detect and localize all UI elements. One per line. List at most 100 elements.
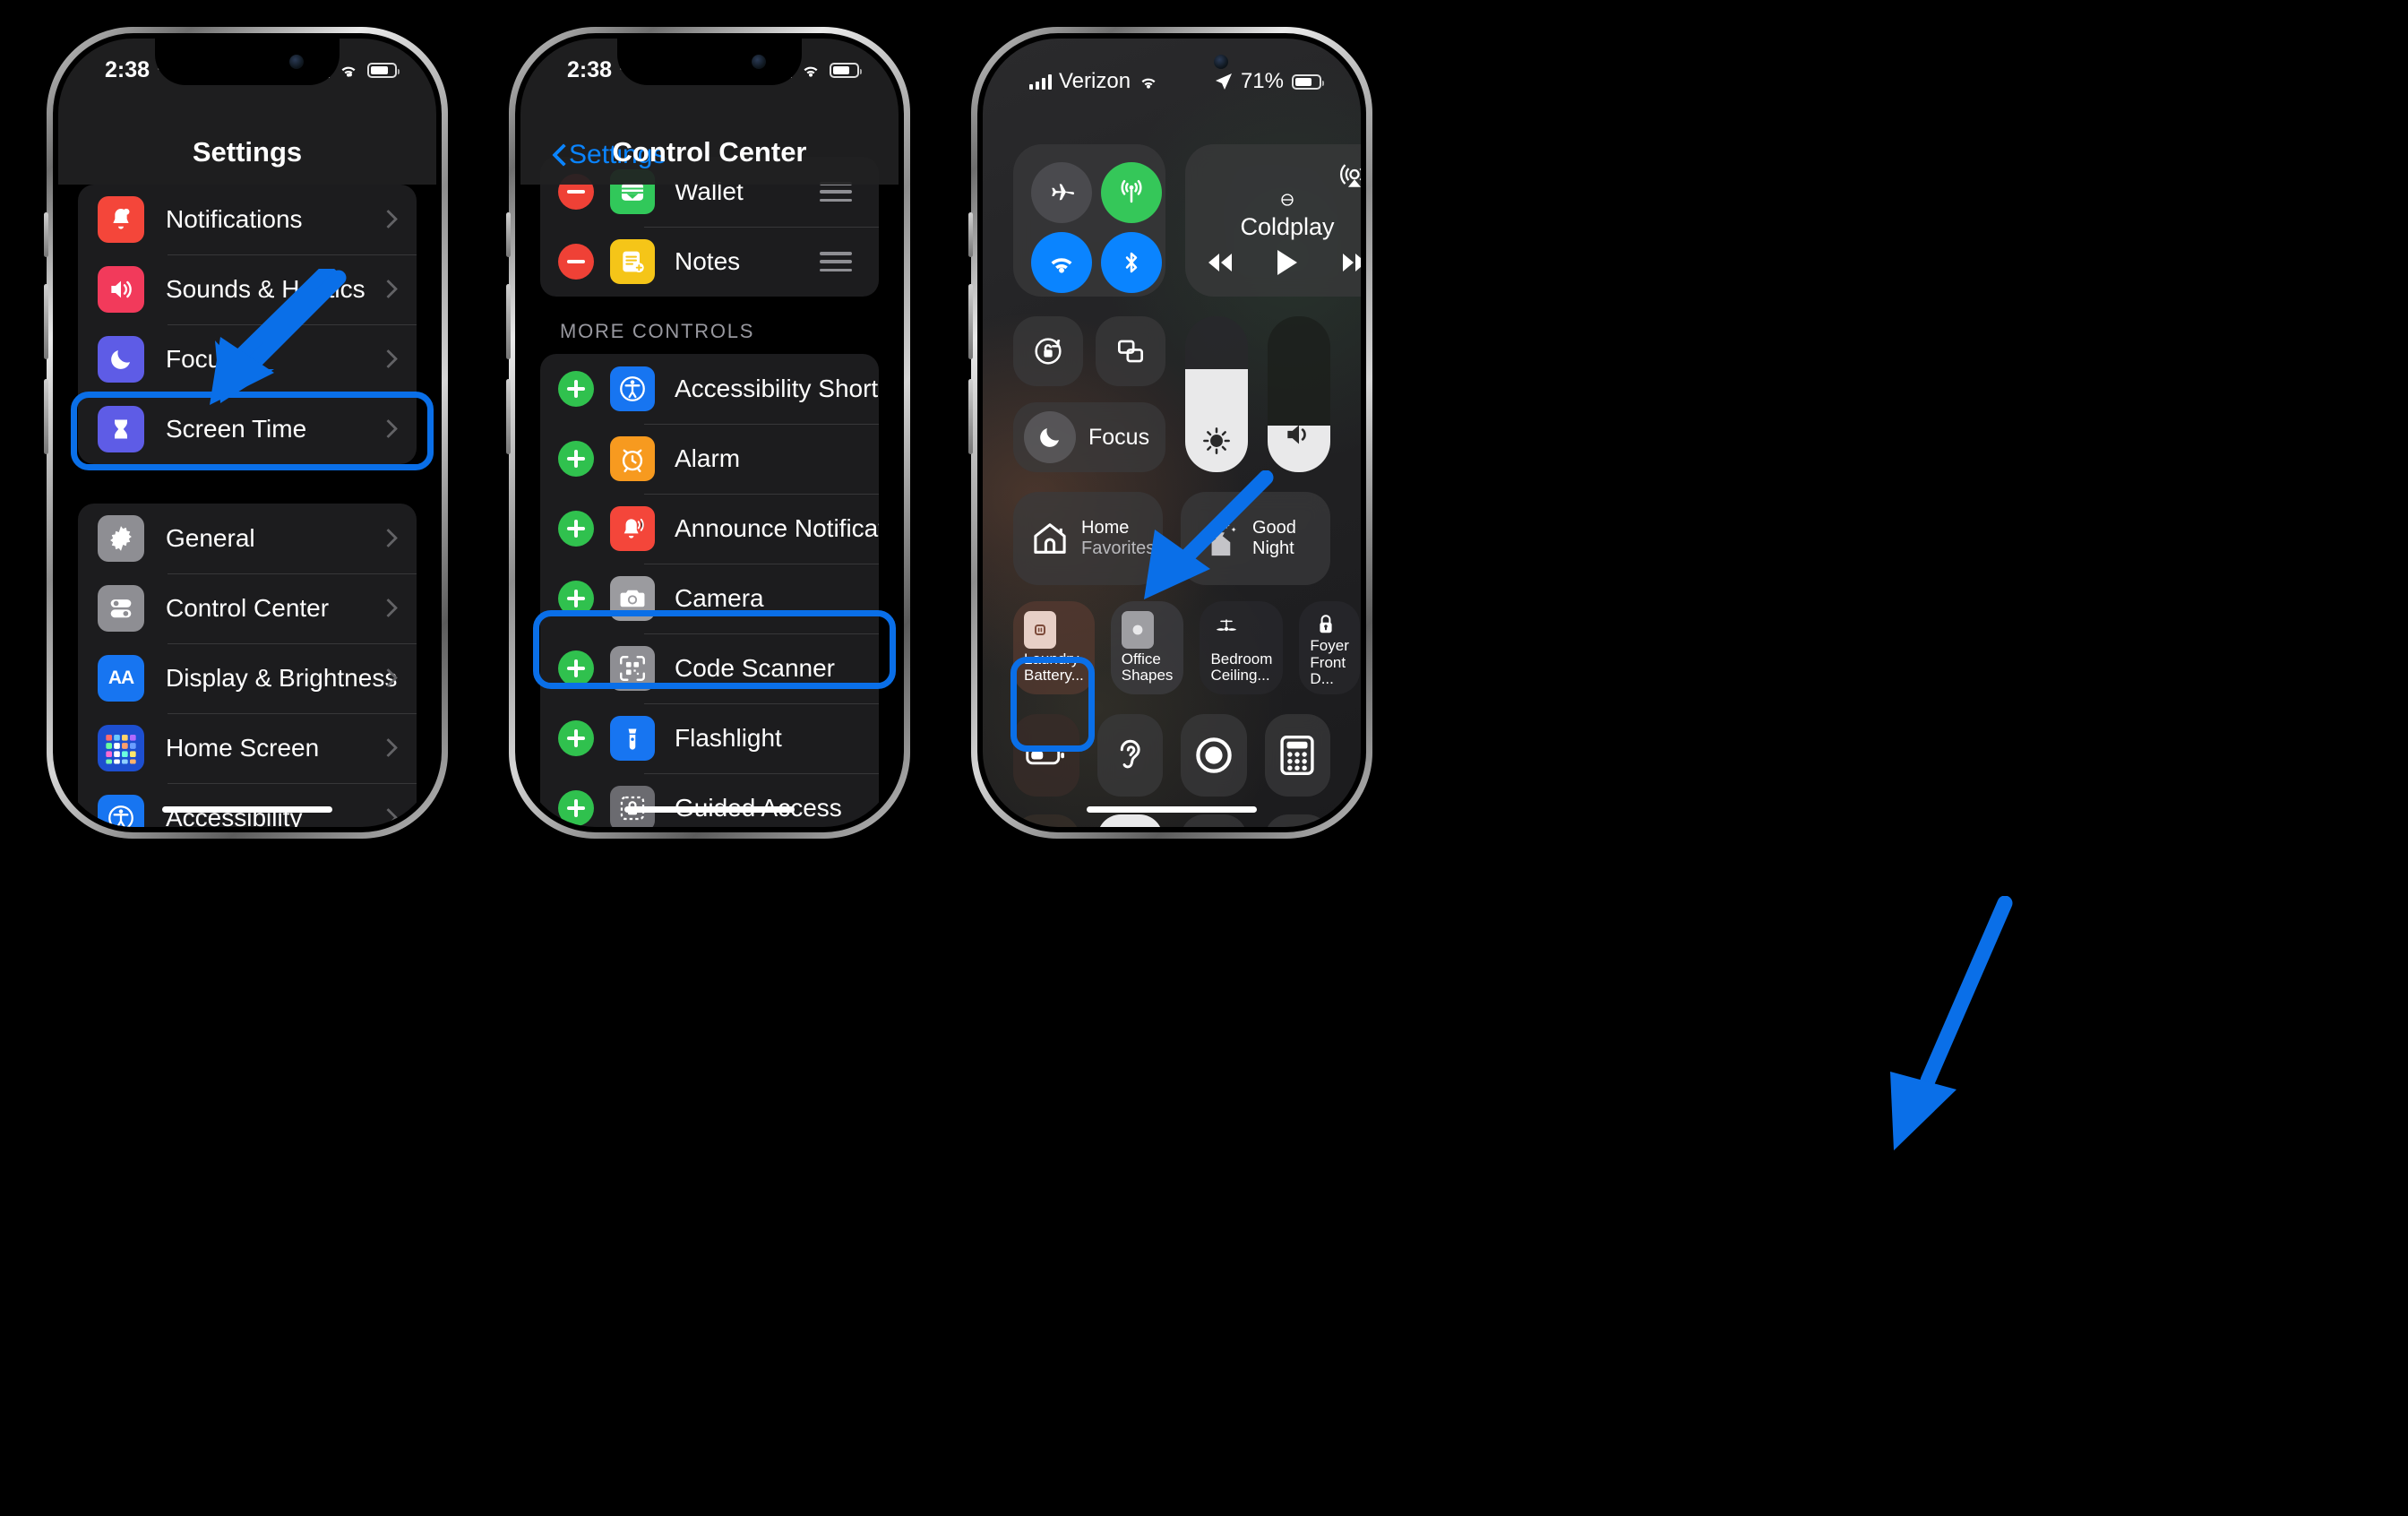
more-controls-header: MORE CONTROLS bbox=[560, 320, 755, 342]
gear-icon bbox=[98, 515, 144, 562]
accessory-bedroom[interactable]: Bedroom Ceiling... bbox=[1200, 601, 1284, 694]
settings-row-label: Screen Time bbox=[166, 415, 307, 443]
settings-row-sounds-haptics[interactable]: Sounds & Haptics bbox=[78, 254, 417, 324]
chevron-right-icon bbox=[382, 530, 391, 547]
cc-row-label: Code Scanner bbox=[675, 654, 836, 682]
cc-row-label: Camera bbox=[675, 584, 764, 612]
good-night-tile[interactable]: Good Night bbox=[1181, 492, 1330, 585]
more-controls-group: Accessibility Shortcuts Alarm bbox=[540, 354, 879, 827]
accessory-line2: Battery... bbox=[1024, 667, 1084, 685]
rotation-lock-icon bbox=[1035, 338, 1062, 365]
screen-mirroring-toggle[interactable] bbox=[1096, 316, 1165, 386]
low-power-battery-icon bbox=[1026, 745, 1064, 765]
cellular-bars-icon bbox=[1029, 73, 1052, 90]
drag-handle-icon[interactable] bbox=[820, 182, 852, 202]
notes-button[interactable] bbox=[1264, 814, 1330, 827]
settings-row-focus[interactable]: Focus bbox=[78, 324, 417, 394]
home-indicator bbox=[162, 806, 332, 813]
focus-label: Focus bbox=[1088, 424, 1150, 450]
accessory-laundry[interactable]: Laundry Battery... bbox=[1013, 601, 1095, 694]
cc-row-announce-notifications[interactable]: Announce Notifications bbox=[540, 494, 879, 564]
notes-icon bbox=[610, 239, 655, 284]
settings-row-general[interactable]: General bbox=[78, 504, 417, 573]
settings-group-b: General Control Center AA Display & Brig… bbox=[78, 504, 417, 827]
play-icon[interactable] bbox=[1275, 248, 1300, 277]
rewind-icon[interactable] bbox=[1205, 251, 1235, 274]
airplay-icon[interactable] bbox=[1339, 160, 1361, 191]
accessory-line2: Front D... bbox=[1310, 653, 1346, 688]
settings-row-accessibility[interactable]: Accessibility bbox=[78, 783, 417, 827]
home-indicator bbox=[1087, 806, 1257, 813]
scene-title: Home bbox=[1081, 517, 1130, 538]
accessory-line1: Foyer bbox=[1310, 637, 1349, 654]
screen-1: 2:38 Settings Notifications Sounds & Hap… bbox=[58, 39, 436, 827]
camera-icon bbox=[610, 576, 655, 621]
hearing-button[interactable] bbox=[1096, 714, 1163, 797]
notch bbox=[617, 39, 802, 85]
add-button[interactable] bbox=[558, 581, 594, 616]
arrow-pointing-to-low-power-mode-button bbox=[1890, 896, 2013, 1150]
accessibility-icon bbox=[98, 795, 144, 827]
focus-toggle[interactable]: Focus bbox=[1013, 402, 1165, 472]
ceiling-fan-icon bbox=[1210, 611, 1243, 649]
add-button[interactable] bbox=[558, 441, 594, 477]
chevron-right-icon bbox=[382, 600, 391, 616]
cellular-data-toggle[interactable] bbox=[1101, 162, 1162, 223]
add-button[interactable] bbox=[558, 650, 594, 686]
flashlight-icon bbox=[610, 716, 655, 761]
calculator-button[interactable] bbox=[1264, 714, 1330, 797]
settings-row-screen-time[interactable]: Screen Time bbox=[78, 394, 417, 464]
airplane-mode-toggle[interactable] bbox=[1031, 162, 1092, 223]
lock-icon bbox=[1310, 611, 1342, 638]
battery-icon bbox=[1292, 73, 1324, 90]
cc-row-camera[interactable]: Camera bbox=[540, 564, 879, 633]
remove-button[interactable] bbox=[558, 244, 594, 280]
wifi-toggle[interactable] bbox=[1031, 232, 1092, 293]
cc-row-flashlight[interactable]: Flashlight bbox=[540, 703, 879, 773]
chevron-right-icon bbox=[382, 740, 391, 756]
scene-subtitle: Night bbox=[1252, 538, 1294, 558]
cc-row-notes[interactable]: Notes bbox=[540, 227, 879, 297]
dark-mode-button[interactable] bbox=[1096, 814, 1163, 827]
add-button[interactable] bbox=[558, 720, 594, 756]
accessory-foyer[interactable]: Foyer Front D... bbox=[1299, 601, 1360, 694]
volume-icon bbox=[1268, 420, 1330, 449]
moon-icon bbox=[1024, 411, 1076, 463]
cc-row-guided-access[interactable]: Guided Access bbox=[540, 773, 879, 827]
drag-handle-icon[interactable] bbox=[820, 252, 852, 271]
settings-row-label: Home Screen bbox=[166, 734, 320, 762]
add-button[interactable] bbox=[558, 790, 594, 826]
settings-row-display-brightness[interactable]: AA Display & Brightness bbox=[78, 643, 417, 713]
outlet-icon bbox=[1024, 611, 1056, 649]
low-power-mode-button[interactable] bbox=[1013, 714, 1079, 797]
add-button[interactable] bbox=[558, 371, 594, 407]
media-player-module[interactable]: Coldplay bbox=[1185, 144, 1361, 297]
add-button[interactable] bbox=[558, 511, 594, 547]
screen-record-button[interactable] bbox=[1181, 714, 1247, 797]
settings-row-home-screen[interactable]: Home Screen bbox=[78, 713, 417, 783]
cc-row-alarm[interactable]: Alarm bbox=[540, 424, 879, 494]
display-brightness-icon: AA bbox=[98, 655, 144, 702]
accessory-office[interactable]: Office Shapes bbox=[1110, 601, 1184, 694]
accessory-line1: Laundry bbox=[1024, 650, 1079, 668]
code-scanner-icon bbox=[610, 646, 655, 691]
cc-row-code-scanner[interactable]: Code Scanner bbox=[540, 633, 879, 703]
bluetooth-toggle[interactable] bbox=[1101, 232, 1162, 293]
wifi-icon bbox=[804, 66, 818, 77]
volume-slider[interactable] bbox=[1268, 316, 1330, 472]
brightness-slider[interactable] bbox=[1185, 316, 1248, 472]
settings-row-control-center[interactable]: Control Center bbox=[78, 573, 417, 643]
control-center-icon bbox=[98, 585, 144, 632]
settings-row-notifications[interactable]: Notifications bbox=[78, 185, 417, 254]
apple-tv-remote-button[interactable] bbox=[1013, 814, 1079, 827]
rotation-lock-toggle[interactable] bbox=[1013, 316, 1083, 386]
record-icon bbox=[1196, 737, 1232, 773]
scene-subtitle: Favorites bbox=[1081, 538, 1156, 558]
wallet-button[interactable] bbox=[1181, 814, 1247, 827]
cc-row-accessibility-shortcuts[interactable]: Accessibility Shortcuts bbox=[540, 354, 879, 424]
fast-forward-icon[interactable] bbox=[1339, 251, 1361, 274]
cc-row-label: Flashlight bbox=[675, 724, 782, 752]
screen-3: Verizon 71% Coldplay Focus Home Favorite… bbox=[983, 39, 1361, 827]
home-favorites-tile[interactable]: Home Favorites bbox=[1013, 492, 1163, 585]
now-playing-icon bbox=[1281, 194, 1294, 206]
